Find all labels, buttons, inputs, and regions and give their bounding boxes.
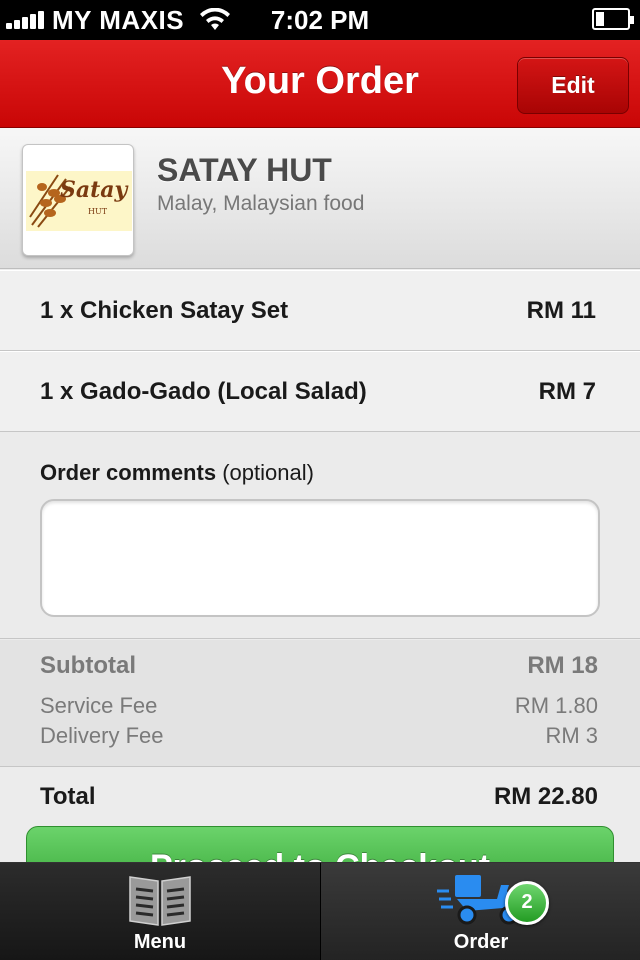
service-fee-value: RM 1.80: [514, 693, 598, 718]
menu-book-icon: [129, 876, 191, 926]
tab-order[interactable]: 2 Order: [320, 863, 640, 960]
restaurant-name: SATAY HUT: [157, 152, 332, 188]
order-comments-label: Order comments (optional): [40, 460, 314, 486]
delivery-fee-value: RM 3: [545, 723, 598, 748]
navigation-bar: Your Order Edit: [0, 40, 640, 128]
tab-bar: Menu 2 Order: [0, 862, 640, 960]
subtotal-value: RM 18: [527, 652, 598, 679]
order-item-name: 1 x Chicken Satay Set: [40, 297, 289, 324]
logo-subtext: HUT: [88, 207, 108, 216]
restaurant-logo: Satay HUT: [22, 144, 134, 256]
edit-button[interactable]: Edit: [517, 57, 629, 114]
total-value: RM 22.80: [493, 783, 598, 810]
order-item-price: RM 11: [526, 297, 596, 324]
order-comments-optional: (optional): [222, 460, 314, 485]
order-item-row[interactable]: 1 x Gado-Gado (Local Salad) RM 7: [0, 351, 640, 432]
order-comments-title: Order comments: [40, 460, 217, 485]
total-label: Total: [40, 783, 96, 810]
order-item-name: 1 x Gado-Gado (Local Salad): [40, 378, 367, 405]
total-section: Total RM 22.80 Proceed to Checkout: [0, 768, 640, 886]
service-fee-label: Service Fee: [40, 693, 158, 718]
clock-time: 7:02 PM: [270, 5, 370, 35]
tab-order-label: Order: [453, 931, 509, 953]
order-item-price: RM 7: [538, 378, 596, 405]
order-count-badge: 2: [505, 881, 549, 925]
subtotal-label: Subtotal: [40, 652, 136, 679]
restaurant-cuisine: Malay, Malaysian food: [157, 192, 365, 215]
order-comments-section: Order comments (optional): [0, 432, 640, 639]
totals-section: Subtotal RM 18 Service Fee RM 1.80 Deliv…: [0, 640, 640, 767]
restaurant-header: Satay HUT SATAY HUT Malay, Malaysian foo…: [0, 128, 640, 269]
battery-icon: [592, 8, 634, 30]
logo-wordmark: Satay: [60, 177, 128, 203]
delivery-fee-label: Delivery Fee: [40, 723, 164, 748]
status-bar: MY MAXIS 7:02 PM: [0, 0, 640, 40]
order-item-row[interactable]: 1 x Chicken Satay Set RM 11: [0, 270, 640, 351]
tab-menu-label: Menu: [133, 931, 187, 953]
tab-menu[interactable]: Menu: [0, 863, 320, 960]
order-comments-input[interactable]: [40, 499, 600, 617]
